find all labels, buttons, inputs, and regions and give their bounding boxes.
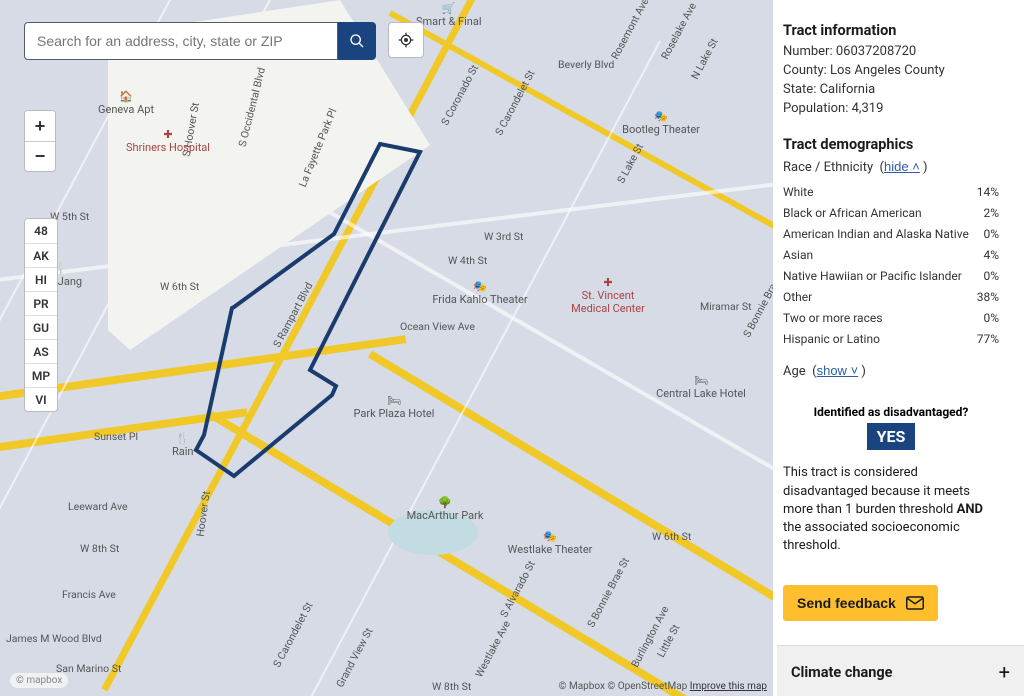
- territory-shortcut-HI[interactable]: HI: [25, 267, 57, 291]
- map-attribution: © Mapbox © OpenStreetMap Improve this ma…: [559, 681, 767, 692]
- territory-shortcut-GU[interactable]: GU: [25, 315, 57, 339]
- search-icon: [349, 33, 365, 49]
- demographic-row: Black or African American2%: [783, 202, 999, 223]
- chevron-down-icon: ˅: [851, 363, 859, 378]
- yes-badge: YES: [867, 423, 916, 450]
- demographic-row: Other38%: [783, 286, 999, 307]
- poi-theater: 🎭Frida Kahlo Theater: [430, 280, 530, 306]
- territory-shortcut-AS[interactable]: AS: [25, 339, 57, 363]
- street-label: Leeward Ave: [68, 500, 128, 513]
- tract-number: Number: 06037208720: [783, 43, 1024, 62]
- territory-shortcut-AK[interactable]: AK: [25, 243, 57, 267]
- zoom-out-button[interactable]: −: [25, 141, 55, 171]
- poi-hospital: ✚St. Vincent Medical Center: [568, 276, 648, 315]
- demographics-header: Tract demographics: [783, 136, 1024, 153]
- age-row: Age (show ˅ ): [783, 363, 1024, 379]
- indicator-accordion: Climate change+ Energy+: [777, 645, 1024, 696]
- street-label: W 6th St: [652, 530, 691, 543]
- crosshair-icon: [398, 32, 414, 48]
- mapbox-logo: © mapbox: [10, 673, 68, 688]
- tract-info-header: Tract information: [783, 22, 1024, 39]
- street-label: W 8th St: [80, 542, 119, 555]
- street-label: W 4th St: [448, 254, 487, 267]
- disadvantaged-explanation: This tract is considered disadvantaged b…: [783, 464, 993, 555]
- zoom-control: + −: [24, 110, 56, 172]
- territory-shortcut-VI[interactable]: VI: [25, 387, 57, 411]
- territory-shortcut-MP[interactable]: MP: [25, 363, 57, 387]
- street-label: James M Wood Blvd: [6, 632, 102, 645]
- demographic-row: Native Hawiian or Pacific Islander0%: [783, 265, 999, 286]
- demographic-row: Two or more races0%: [783, 307, 999, 328]
- street-label: Beverly Blvd: [558, 58, 614, 71]
- street-label: San Marino St: [56, 662, 121, 675]
- chevron-up-icon: ˄: [912, 159, 920, 174]
- plus-icon: +: [999, 660, 1010, 684]
- search-input[interactable]: [24, 22, 338, 60]
- poi-store: 🛒Smart & Final: [416, 2, 482, 28]
- poi-hospital: ✚Shriners Hospital: [118, 128, 218, 154]
- search-bar: [24, 22, 424, 60]
- race-ethnicity-row: Race / Ethnicity (hide ˄ ): [783, 159, 1024, 175]
- territory-shortcut-48[interactable]: 48: [25, 219, 57, 243]
- poi-theater: 🎭Westlake Theater: [500, 530, 600, 556]
- street-label: W 3rd St: [484, 230, 523, 243]
- send-feedback-button[interactable]: Send feedback: [783, 585, 938, 621]
- sidebar-panel: Tract information Number: 06037208720 Co…: [777, 0, 1024, 696]
- zoom-in-button[interactable]: +: [25, 111, 55, 141]
- territory-shortcuts: 48AKHIPRGUASMPVI: [24, 218, 58, 412]
- street-label: Ocean View Ave: [400, 320, 475, 333]
- improve-map-link[interactable]: Improve this map: [690, 681, 767, 692]
- poi-label: 🏠Geneva Apt: [98, 90, 154, 116]
- hide-race-toggle[interactable]: hide ˄: [884, 159, 920, 174]
- demographic-row: American Indian and Alaska Native0%: [783, 223, 999, 244]
- identified-label: Identified as disadvantaged?: [783, 405, 999, 419]
- street-label: Francis Ave: [62, 588, 116, 601]
- street-label: W 8th St: [432, 680, 471, 693]
- mail-icon: [906, 596, 924, 610]
- demographic-row: Hispanic or Latino77%: [783, 328, 999, 349]
- street-label: Sunset Pl: [94, 430, 138, 443]
- geolocate-button[interactable]: [388, 22, 424, 58]
- tract-state: State: California: [783, 81, 1024, 100]
- territory-shortcut-PR[interactable]: PR: [25, 291, 57, 315]
- street-label: Miramar St: [700, 300, 752, 313]
- demographic-row: White14%: [783, 181, 999, 202]
- show-age-toggle[interactable]: show ˅: [817, 363, 859, 378]
- map-canvas[interactable]: Beverly Blvd S Hoover St S Occidental Bl…: [0, 0, 773, 696]
- poi-hotel: 🛏Central Lake Hotel: [646, 374, 756, 400]
- poi-theater: 🎭Bootleg Theater: [616, 110, 706, 136]
- poi-hotel: 🛏Park Plaza Hotel: [344, 394, 444, 420]
- tract-county: County: Los Angeles County: [783, 62, 1024, 81]
- search-button[interactable]: [338, 22, 376, 60]
- demographic-row: Asian4%: [783, 244, 999, 265]
- accordion-climate-change[interactable]: Climate change+: [777, 645, 1024, 696]
- race-ethnicity-table: White14%Black or African American2%Ameri…: [783, 181, 999, 349]
- tract-population: Population: 4,319: [783, 100, 1024, 119]
- poi-restaurant: 🍴Rain: [172, 432, 194, 458]
- street-label: W 6th St: [160, 280, 199, 293]
- poi-park: 🌳MacArthur Park: [400, 496, 490, 522]
